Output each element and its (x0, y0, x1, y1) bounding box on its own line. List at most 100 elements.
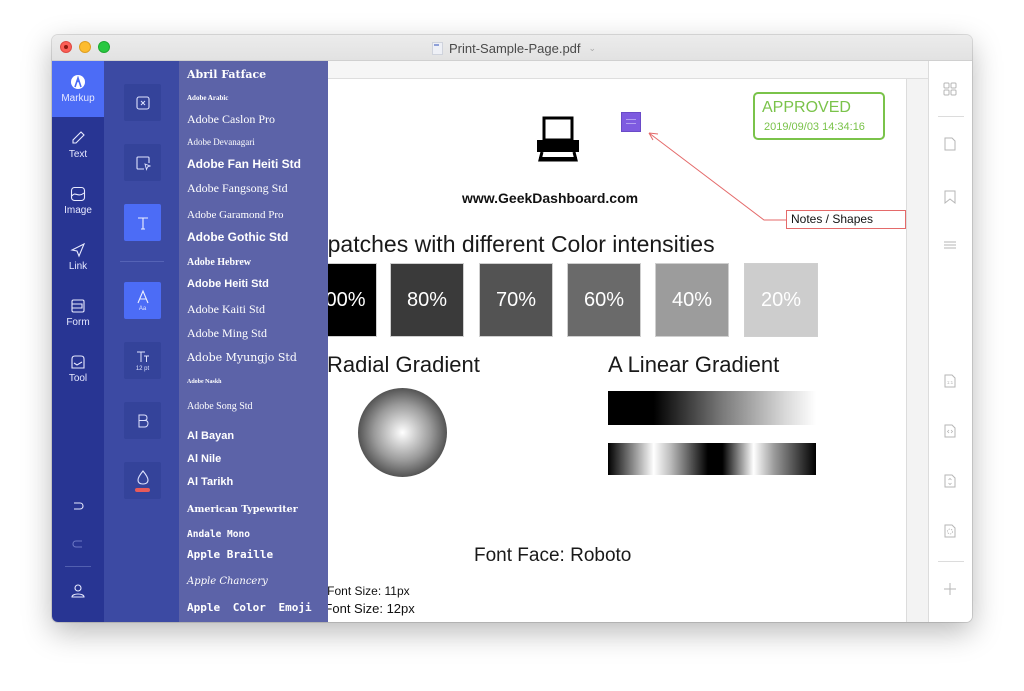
user-icon (71, 584, 85, 598)
nav-tool-label: Tool (68, 373, 88, 384)
actual-size-icon[interactable]: 1:1 (942, 373, 958, 389)
bold-tool[interactable] (124, 402, 161, 439)
fit-width-icon[interactable] (942, 423, 958, 439)
font-option[interactable]: Adobe Heiti Std (187, 278, 269, 290)
fit-height-icon[interactable] (942, 473, 958, 489)
nav-markup[interactable]: Markup (52, 61, 104, 117)
font-option[interactable]: Apple Color Emoji (187, 601, 312, 614)
font-option[interactable]: Adobe Fangsong Std (187, 181, 288, 196)
font-option[interactable]: Adobe Arabic (187, 94, 228, 102)
color-tool[interactable] (124, 462, 161, 499)
droplet-icon (136, 469, 149, 485)
undo-button[interactable] (52, 501, 104, 513)
radial-gradient-heading: Radial Gradient (328, 352, 480, 377)
svg-text:1:1: 1:1 (947, 380, 954, 385)
approved-stamp[interactable]: APPROVED 2019/09/03 14:34:16 (753, 92, 885, 140)
font-option[interactable]: Al Bayan (187, 430, 234, 442)
form-icon (71, 299, 85, 313)
font-size-label: 12 pt (135, 366, 150, 372)
close-window-button[interactable] (60, 41, 72, 53)
font-option[interactable]: Adobe Kaiti Std (187, 302, 265, 317)
font-option[interactable]: Adobe Ming Std (187, 326, 267, 341)
font-option[interactable]: Adobe Naskh (187, 379, 222, 385)
account-button[interactable] (52, 583, 104, 599)
image-icon (70, 186, 86, 202)
app-window: Print-Sample-Page.pdf ⌄ Markup Text Imag… (52, 35, 972, 622)
nav-text[interactable]: Text (52, 117, 104, 173)
right-toolbar: 1:1 (928, 61, 972, 622)
nav-form[interactable]: Form (52, 285, 104, 341)
linear-gradient-bar (608, 391, 816, 425)
color-patch: 80% (390, 263, 464, 337)
nav-link[interactable]: Link (52, 229, 104, 285)
font-option[interactable]: Adobe Fan Heiti Std (187, 157, 301, 171)
font-a-icon (136, 289, 149, 304)
font-option[interactable]: Andale Mono (187, 529, 250, 540)
font-option[interactable]: Apple Braille (187, 548, 273, 561)
x-box-icon (135, 95, 150, 110)
page-icon[interactable] (942, 136, 958, 152)
font-size-tool[interactable]: 12 pt (124, 342, 161, 379)
minimize-window-button[interactable] (79, 41, 91, 53)
title-bar: Print-Sample-Page.pdf ⌄ (52, 35, 972, 61)
sticky-note-icon[interactable] (621, 112, 641, 132)
text-tool[interactable] (124, 204, 161, 241)
markup-icon (71, 75, 85, 89)
outline-icon[interactable] (942, 237, 958, 253)
font-option[interactable]: Adobe Devanagari (187, 137, 255, 147)
document-title-menu[interactable]: Print-Sample-Page.pdf ⌄ (432, 39, 596, 57)
current-color-swatch (135, 487, 150, 492)
bookmark-icon[interactable] (942, 189, 958, 205)
patches-heading: Black patches with different Color inten… (328, 231, 715, 257)
zoom-in-icon[interactable] (942, 581, 958, 597)
font-tool-sub: Aa (138, 306, 147, 312)
undo-icon (74, 502, 84, 510)
pdf-page: APPROVED 2019/09/03 14:34:16 Notes / Sha… (328, 79, 907, 622)
color-patch: 20% (744, 263, 818, 337)
bold-icon (138, 414, 149, 427)
text-t-icon (137, 216, 148, 230)
selection-cursor-icon (135, 155, 151, 171)
font-option[interactable]: American Typewriter (187, 504, 298, 515)
fit-page-icon[interactable] (942, 523, 958, 539)
nav-link-label: Link (68, 261, 88, 272)
redo-icon (72, 540, 82, 548)
stamp-title: APPROVED (762, 99, 851, 116)
color-patch: 70% (479, 263, 553, 337)
pdf-document-icon (432, 41, 443, 55)
font-option[interactable]: Al Nile (187, 453, 221, 465)
font-option[interactable]: Adobe Song Std (187, 401, 253, 412)
font-tool[interactable]: Aa (124, 282, 161, 319)
maximize-window-button[interactable] (98, 41, 110, 53)
redo-button[interactable] (52, 539, 104, 551)
document-viewer[interactable]: APPROVED 2019/09/03 14:34:16 Notes / Sha… (328, 79, 928, 622)
font-option[interactable]: Adobe Hebrew (187, 257, 251, 268)
font-face-label: Font Face: Roboto (474, 545, 632, 566)
font-option[interactable]: Adobe Garamond Pro (187, 209, 284, 221)
toolbar-divider (938, 116, 964, 117)
color-patch: 60% (567, 263, 641, 337)
close-box-tool[interactable] (124, 84, 161, 121)
nav-tool[interactable]: Tool (52, 341, 104, 397)
linear-gradient-bar-repeating (608, 443, 816, 475)
font-family-list[interactable]: Abril Fatface Adobe Arabic Adobe Caslon … (179, 61, 328, 622)
notes-shapes-callout[interactable]: Notes / Shapes (786, 210, 906, 229)
nav-image[interactable]: Image (52, 173, 104, 229)
thumbnails-icon[interactable] (942, 81, 958, 97)
font-option[interactable]: Adobe Myungjo Std (187, 351, 297, 364)
pencil-icon (72, 131, 85, 144)
font-option[interactable]: Adobe Gothic Std (187, 230, 288, 244)
font-option[interactable]: Adobe Caslon Pro (187, 112, 275, 127)
stamp-date: 2019/09/03 14:34:16 (764, 121, 865, 133)
font-option[interactable]: Al Tarikh (187, 476, 233, 488)
send-icon (70, 242, 86, 258)
font-option[interactable]: Apple Chancery (187, 576, 268, 587)
nav-markup-label: Markup (61, 93, 95, 104)
font-option[interactable]: Abril Fatface (187, 68, 266, 81)
select-tool[interactable] (124, 144, 161, 181)
tools-divider (120, 261, 164, 262)
font-size-sample: Dashboard Text Font Size: 12px (328, 601, 415, 616)
markup-tools-panel: Aa 12 pt (104, 61, 179, 622)
site-url: www.GeekDashboard.com (462, 190, 639, 206)
tool-icon (71, 355, 85, 369)
